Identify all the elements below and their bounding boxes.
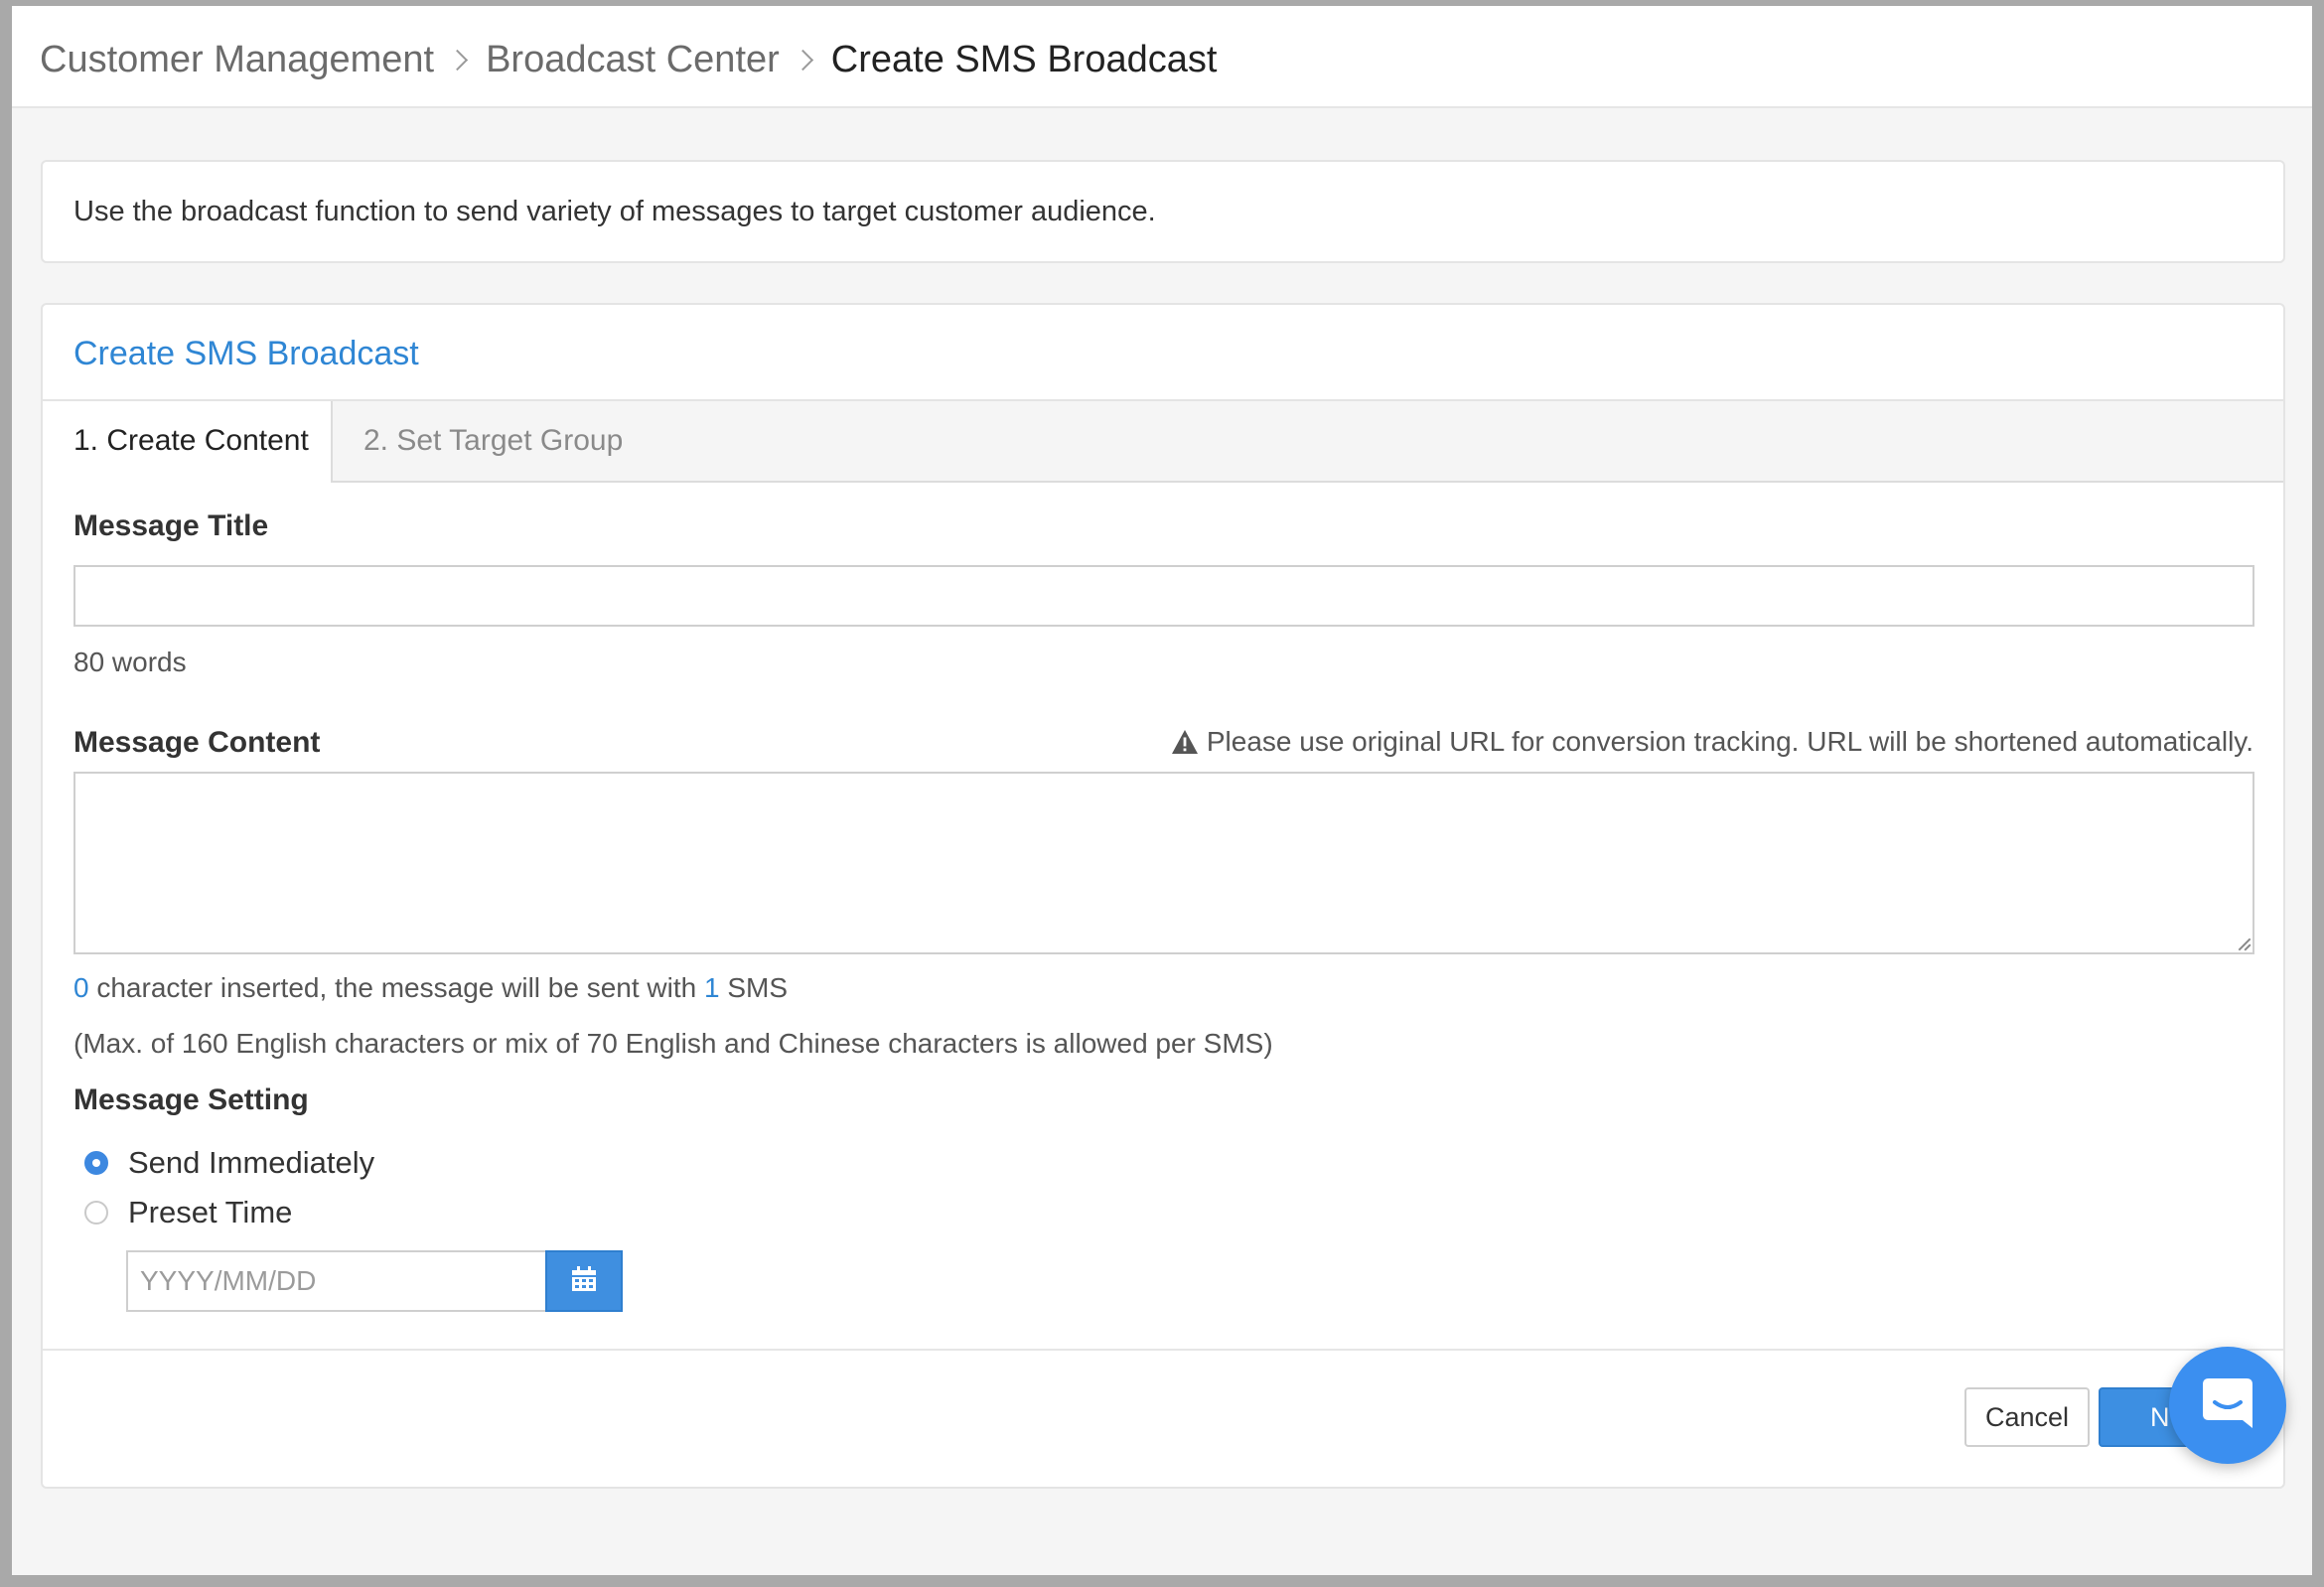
cancel-button[interactable]: Cancel xyxy=(1964,1387,2090,1447)
top-bar: Customer Management Broadcast Center Cre… xyxy=(12,6,2312,108)
calendar-button[interactable] xyxy=(545,1250,623,1312)
breadcrumb: Customer Management Broadcast Center Cre… xyxy=(40,32,1217,87)
radio-send-immediately[interactable]: Send Immediately xyxy=(84,1145,374,1181)
url-tracking-warning-text: Please use original URL for conversion t… xyxy=(1206,726,2253,757)
breadcrumb-broadcast-center[interactable]: Broadcast Center xyxy=(486,39,780,81)
radio-send-immediately-label: Send Immediately xyxy=(128,1145,375,1180)
url-tracking-warning: Please use original URL for conversion t… xyxy=(1171,726,2253,758)
radio-preset-time-label: Preset Time xyxy=(128,1195,293,1229)
broadcast-panel: Create SMS Broadcast 1. Create Content 2… xyxy=(41,303,2285,1489)
breadcrumb-customer-management[interactable]: Customer Management xyxy=(40,39,434,81)
tab-create-content[interactable]: 1. Create Content xyxy=(43,401,333,483)
chat-bubble-icon xyxy=(2197,1372,2258,1439)
footer-divider xyxy=(43,1349,2283,1351)
sms-limit-note: (Max. of 160 English characters or mix o… xyxy=(73,1028,1273,1059)
calendar-icon xyxy=(570,1265,598,1298)
app-window: Customer Management Broadcast Center Cre… xyxy=(12,6,2312,1575)
step-tabs: 1. Create Content 2. Set Target Group xyxy=(43,399,2283,483)
message-content-textarea[interactable] xyxy=(73,772,2254,954)
info-text: Use the broadcast function to send varie… xyxy=(73,196,1156,227)
message-title-label: Message Title xyxy=(73,509,269,542)
sms-count-value: 1 xyxy=(704,972,720,1003)
sms-count-unit: SMS xyxy=(727,972,789,1003)
preset-date-picker xyxy=(126,1250,623,1312)
radio-selected-icon[interactable] xyxy=(84,1151,108,1175)
character-count: 0 character inserted, the message will b… xyxy=(73,972,788,1004)
panel-title: Create SMS Broadcast xyxy=(73,335,419,372)
warning-triangle-icon xyxy=(1171,729,1199,755)
message-content-label: Message Content xyxy=(73,726,321,759)
tab-set-target-group[interactable]: 2. Set Target Group xyxy=(333,401,654,481)
chevron-right-icon xyxy=(440,40,480,79)
message-title-input[interactable] xyxy=(73,565,2254,627)
info-box: Use the broadcast function to send varie… xyxy=(41,160,2285,263)
message-content-wrapper xyxy=(73,772,2254,954)
chevron-right-icon xyxy=(786,40,825,79)
char-count-value: 0 xyxy=(73,972,89,1003)
chat-launcher-button[interactable] xyxy=(2169,1347,2286,1464)
preset-date-input[interactable] xyxy=(126,1250,547,1312)
resize-handle-icon[interactable] xyxy=(2237,937,2251,950)
char-count-text: character inserted, the message will be … xyxy=(96,972,697,1003)
radio-unselected-icon[interactable] xyxy=(84,1201,108,1225)
radio-preset-time[interactable]: Preset Time xyxy=(84,1195,292,1230)
breadcrumb-current: Create SMS Broadcast xyxy=(830,38,1218,80)
message-title-helper: 80 words xyxy=(73,647,187,677)
message-setting-label: Message Setting xyxy=(73,1083,309,1116)
